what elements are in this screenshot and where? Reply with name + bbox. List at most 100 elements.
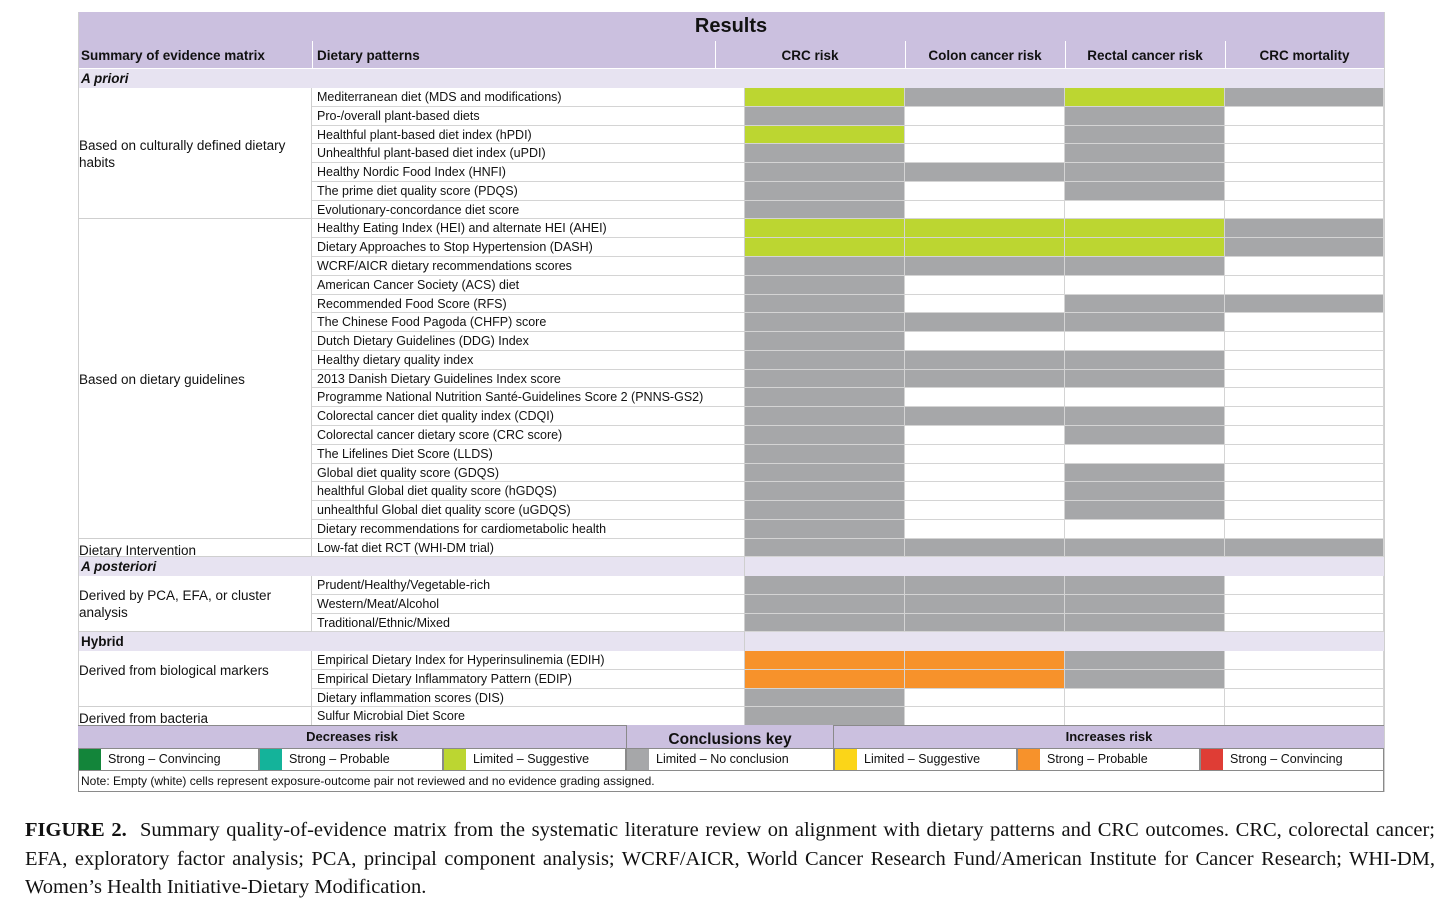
section-label: A posteriori [81, 559, 157, 574]
outcome-cell-rectal [1065, 444, 1225, 464]
pattern-label: healthful Global diet quality score (hGD… [317, 484, 557, 499]
figure-label: FIGURE 2. [25, 819, 127, 841]
pattern-label: Healthy dietary quality index [317, 352, 474, 367]
pattern-label: Low-fat diet RCT (WHI-DM trial) [317, 540, 494, 555]
outcome-cell-crc [745, 369, 905, 389]
outcome-cell-mortality [1225, 669, 1384, 689]
legend-swatch-1 [260, 749, 282, 771]
legend-item-label: Strong – Probable [289, 752, 390, 766]
pattern-label: The Chinese Food Pagoda (CHFP) score [317, 315, 547, 330]
outcome-cell-crc [745, 294, 905, 314]
outcome-cell-rectal [1065, 501, 1225, 520]
group-label: Derived from biological markers [79, 663, 269, 679]
pattern-label: Unhealthful plant-based diet index (uPDI… [317, 146, 546, 161]
outcome-cell-mortality [1225, 163, 1384, 182]
pattern-label: Traditional/Ethnic/Mixed [317, 615, 450, 630]
pattern-label: Dietary recommendations for cardiometabo… [317, 521, 607, 536]
pattern-label: Dutch Dietary Guidelines (DDG) Index [317, 334, 529, 349]
outcome-cell-rectal [1065, 707, 1225, 727]
outcome-cell-colon [905, 613, 1065, 633]
outcome-cell-crc [745, 688, 905, 708]
outcome-cell-colon [905, 444, 1065, 464]
pattern-label: The Lifelines Diet Score (LLDS) [317, 446, 493, 461]
pattern-label: Sulfur Microbial Diet Score [317, 709, 465, 724]
outcome-cell-rectal [1065, 219, 1225, 239]
outcome-cell-colon [905, 144, 1065, 164]
outcome-cell-mortality [1225, 688, 1384, 708]
header-patterns: Dietary patterns [317, 48, 420, 63]
legend-swatch-2 [444, 749, 466, 771]
outcome-cell-mortality [1225, 463, 1384, 483]
outcome-cell-crc [745, 163, 905, 182]
outcome-cell-colon [905, 88, 1065, 107]
outcome-cell-crc [745, 501, 905, 520]
outcome-cell-rectal [1065, 181, 1225, 201]
outcome-cell-colon [905, 388, 1065, 408]
outcome-cell-crc [745, 519, 905, 539]
pattern-label: WCRF/AICR dietary recommendations scores [317, 259, 572, 274]
outcome-cell-mortality [1225, 482, 1384, 502]
table-left-border [78, 12, 79, 792]
outcome-cell-crc [745, 219, 905, 239]
pattern-label: Empirical Dietary Index for Hyperinsulin… [317, 653, 605, 667]
caption-text: Summary quality-of-evidence matrix from … [25, 819, 1435, 898]
outcome-cell-mortality [1225, 88, 1384, 107]
pattern-label: Colorectal cancer diet quality index (CD… [317, 409, 554, 424]
legend-item-label: Limited – No conclusion [656, 752, 789, 766]
outcome-cell-crc [745, 181, 905, 201]
group-label: Derived by PCA, EFA, or cluster analysis [79, 588, 272, 621]
legend-note: Note: Empty (white) cells represent expo… [81, 774, 655, 788]
header-divider [312, 41, 313, 68]
outcome-cell-colon [905, 350, 1065, 370]
legend-item-label: Limited – Suggestive [864, 752, 981, 766]
legend-swatch-6 [1201, 749, 1223, 771]
outcome-cell-colon [905, 332, 1065, 351]
outcome-cell-mortality [1225, 257, 1384, 276]
outcome-cell-rectal [1065, 482, 1225, 502]
pattern-label: Mediterranean diet (MDS and modification… [317, 90, 562, 104]
pattern-label: Recommended Food Score (RFS) [317, 296, 507, 311]
outcome-cell-colon [905, 163, 1065, 182]
outcome-cell-crc [745, 144, 905, 164]
outcome-cell-mortality [1225, 388, 1384, 408]
outcome-cell-rectal [1065, 125, 1225, 145]
header-outcome-3: CRC mortality [1259, 48, 1350, 63]
outcome-cell-mortality [1225, 651, 1384, 670]
outcome-cell-rectal [1065, 407, 1225, 427]
outcome-cell-mortality [1225, 181, 1384, 201]
pattern-label: Global diet quality score (GDQS) [317, 465, 500, 480]
pattern-label: American Cancer Society (ACS) diet [317, 277, 520, 292]
outcome-cell-mortality [1225, 200, 1384, 220]
outcome-cell-rectal [1065, 332, 1225, 351]
outcome-cell-colon [905, 501, 1065, 520]
evidence-matrix-figure: Results Summary of evidence matrix Dietary… [0, 0, 1456, 915]
legend-swatch-5 [1018, 749, 1040, 771]
header-outcome-1: Colon cancer risk [928, 48, 1042, 63]
outcome-cell-mortality [1225, 707, 1384, 727]
pattern-label: Healthful plant-based diet index (hPDI) [317, 127, 532, 142]
outcome-cell-crc [745, 313, 905, 333]
outcome-cell-rectal [1065, 463, 1225, 483]
outcome-cell-crc [745, 538, 905, 558]
outcome-cell-colon [905, 576, 1065, 595]
outcome-cell-rectal [1065, 369, 1225, 389]
outcome-cell-colon [905, 426, 1065, 445]
outcome-cell-rectal [1065, 651, 1225, 670]
group-label: Based on culturally defined dietary habi… [79, 137, 286, 170]
outcome-cell-rectal [1065, 519, 1225, 539]
outcome-cell-rectal [1065, 426, 1225, 445]
outcome-cell-rectal [1065, 238, 1225, 257]
outcome-cell-crc [745, 88, 905, 107]
outcome-cell-crc [745, 388, 905, 408]
outcome-cell-mortality [1225, 426, 1384, 445]
pattern-label: Western/Meat/Alcohol [317, 596, 440, 611]
outcome-cell-crc [745, 125, 905, 145]
outcome-cell-crc [745, 576, 905, 595]
outcome-cell-rectal [1065, 350, 1225, 370]
outcome-cell-rectal [1065, 106, 1225, 126]
group-label: Based on dietary guidelines [79, 371, 245, 387]
outcome-cell-rectal [1065, 200, 1225, 220]
outcome-cell-crc [745, 275, 905, 295]
outcome-cell-colon [905, 482, 1065, 502]
legend-item-label: Strong – Convincing [108, 752, 221, 766]
